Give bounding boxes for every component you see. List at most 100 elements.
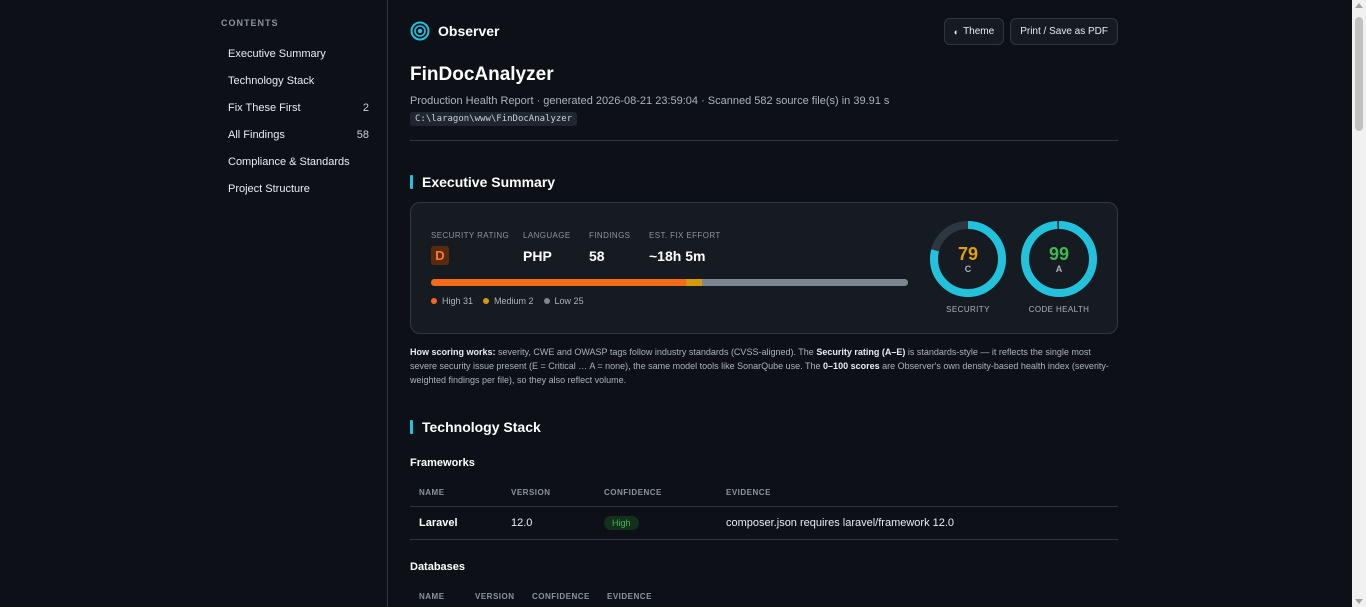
gauge-grade: C [964, 264, 972, 274]
report-subtitle: Production Health Report · generated 202… [410, 95, 890, 107]
legend-label: Medium 2 [494, 296, 534, 306]
toc-item-count: 2 [362, 101, 369, 114]
gauge-label: CODE HEALTH [1028, 305, 1090, 314]
severity-segment-low [702, 279, 908, 286]
scroll-up-arrow-icon[interactable] [1355, 3, 1363, 8]
framework-version: 12.0 [511, 517, 533, 529]
note-bold: How scoring works: [410, 347, 496, 357]
half-circle-icon: ◐ [953, 26, 960, 37]
table-header: NAME VERSION CONFIDENCE EVIDENCE [410, 479, 1118, 507]
databases-heading: Databases [410, 561, 466, 573]
toc-list: Executive Summary Technology Stack Fix T… [220, 40, 378, 202]
fix-effort-metric: EST. FIX EFFORT ~18h 5m [649, 231, 721, 264]
framework-confidence: High [595, 516, 717, 530]
legend-low: Low 25 [543, 296, 584, 306]
column-header: CONFIDENCE [532, 592, 590, 601]
project-path: C:\laragon\www\FinDocAnalyzer [410, 112, 578, 126]
legend-label: High 31 [442, 296, 474, 306]
section-accent-bar [410, 420, 413, 434]
toc-item-technology-stack[interactable]: Technology Stack [220, 67, 378, 94]
code-health-gauge: 99 A CODE HEALTH [1019, 219, 1099, 314]
column-header: NAME [419, 592, 445, 601]
theme-button[interactable]: ◐ Theme [943, 18, 1005, 45]
metric-value: PHP [523, 248, 552, 264]
scrollbar-thumb[interactable] [1355, 17, 1363, 131]
severity-segment-high [431, 279, 686, 286]
metric-label: FINDINGS [589, 231, 631, 240]
column-header: EVIDENCE [726, 488, 771, 497]
toc-title: CONTENTS [221, 18, 279, 28]
findings-metric: FINDINGS 58 [589, 231, 630, 264]
severity-segment-medium [685, 279, 703, 286]
gauge-label: SECURITY [946, 305, 990, 314]
sidebar: CONTENTS Executive Summary Technology St… [0, 0, 388, 607]
column-header: VERSION [511, 488, 551, 497]
toc-item-label: Fix These First [228, 101, 301, 114]
technology-stack-heading: Technology Stack [410, 419, 541, 435]
gauge-score: 99 [1048, 244, 1070, 264]
framework-evidence: composer.json requires laravel/framework… [726, 517, 955, 529]
print-button-label: Print / Save as PDF [1020, 26, 1108, 37]
brand: Observer [410, 21, 499, 41]
legend-medium: Medium 2 [483, 296, 534, 306]
legend-high: High 31 [431, 296, 473, 306]
toc-item-fix-these-first[interactable]: Fix These First 2 [220, 94, 378, 121]
legend-dot [543, 298, 550, 304]
toc-item-label: Project Structure [228, 182, 310, 195]
legend-dot [431, 298, 437, 304]
toc-item-executive-summary[interactable]: Executive Summary [220, 40, 378, 67]
observer-logo-icon [410, 21, 430, 41]
top-actions: ◐ Theme Print / Save as PDF [943, 18, 1118, 45]
print-button[interactable]: Print / Save as PDF [1010, 18, 1118, 45]
gauge-grade: A [1055, 264, 1063, 274]
metric-label: LANGUAGE [523, 231, 571, 240]
framework-name: Laravel [419, 517, 458, 529]
scoring-explanation: How scoring works: severity, CWE and OWA… [410, 345, 1110, 387]
column-header: CONFIDENCE [604, 488, 662, 497]
security-rating-metric: SECURITY RATING D [431, 231, 509, 265]
section-accent-bar [410, 175, 413, 189]
severity-distribution-bar [431, 279, 908, 286]
table-row: Laravel 12.0 High composer.json requires… [410, 507, 1118, 540]
header-divider [410, 140, 1118, 141]
toc-item-label: Compliance & Standards [228, 155, 350, 168]
toc-item-compliance-standards[interactable]: Compliance & Standards [220, 148, 378, 175]
language-metric: LANGUAGE PHP [523, 231, 571, 264]
section-title: Executive Summary [422, 174, 556, 190]
frameworks-heading: Frameworks [410, 457, 475, 469]
column-header: VERSION [475, 592, 515, 601]
metric-value: 58 [589, 248, 605, 264]
metric-value: ~18h 5m [649, 248, 706, 264]
legend-label: Low 25 [554, 296, 584, 306]
toc-item-all-findings[interactable]: All Findings 58 [220, 121, 378, 148]
gauge-score: 79 [957, 244, 979, 264]
severity-legend: High 31 Medium 2 Low 25 [431, 296, 584, 306]
note-bold: Security rating (A–E) [816, 347, 906, 357]
column-header: NAME [419, 488, 445, 497]
toc-item-label: Executive Summary [228, 47, 326, 60]
databases-table: NAME VERSION CONFIDENCE EVIDENCE [410, 583, 1118, 607]
metric-label: EST. FIX EFFORT [649, 231, 721, 240]
toc-item-project-structure[interactable]: Project Structure [220, 175, 378, 202]
toc-item-count: 58 [356, 128, 369, 141]
summary-card: SECURITY RATING D LANGUAGE PHP FINDINGS … [410, 202, 1118, 334]
scroll-down-arrow-icon[interactable] [1355, 599, 1363, 604]
brand-name: Observer [438, 23, 500, 39]
executive-summary-heading: Executive Summary [410, 174, 555, 190]
frameworks-table: NAME VERSION CONFIDENCE EVIDENCE Laravel… [410, 479, 1118, 540]
security-rating-badge: D [431, 246, 449, 265]
column-header: EVIDENCE [607, 592, 652, 601]
confidence-badge: High [604, 516, 639, 530]
legend-dot [483, 298, 490, 304]
toc-item-label: Technology Stack [228, 74, 315, 87]
page-scrollbar[interactable] [1352, 0, 1366, 607]
security-score-gauge: 79 C SECURITY [928, 219, 1008, 314]
project-title: FinDocAnalyzer [410, 64, 554, 85]
note-text: severity, CWE and OWASP tags follow indu… [495, 347, 817, 357]
section-title: Technology Stack [422, 419, 541, 435]
theme-button-label: Theme [963, 26, 995, 37]
metric-label: SECURITY RATING [431, 231, 510, 240]
toc-item-label: All Findings [228, 128, 285, 141]
table-header: NAME VERSION CONFIDENCE EVIDENCE [410, 583, 1118, 607]
note-bold: 0–100 scores [823, 361, 880, 371]
